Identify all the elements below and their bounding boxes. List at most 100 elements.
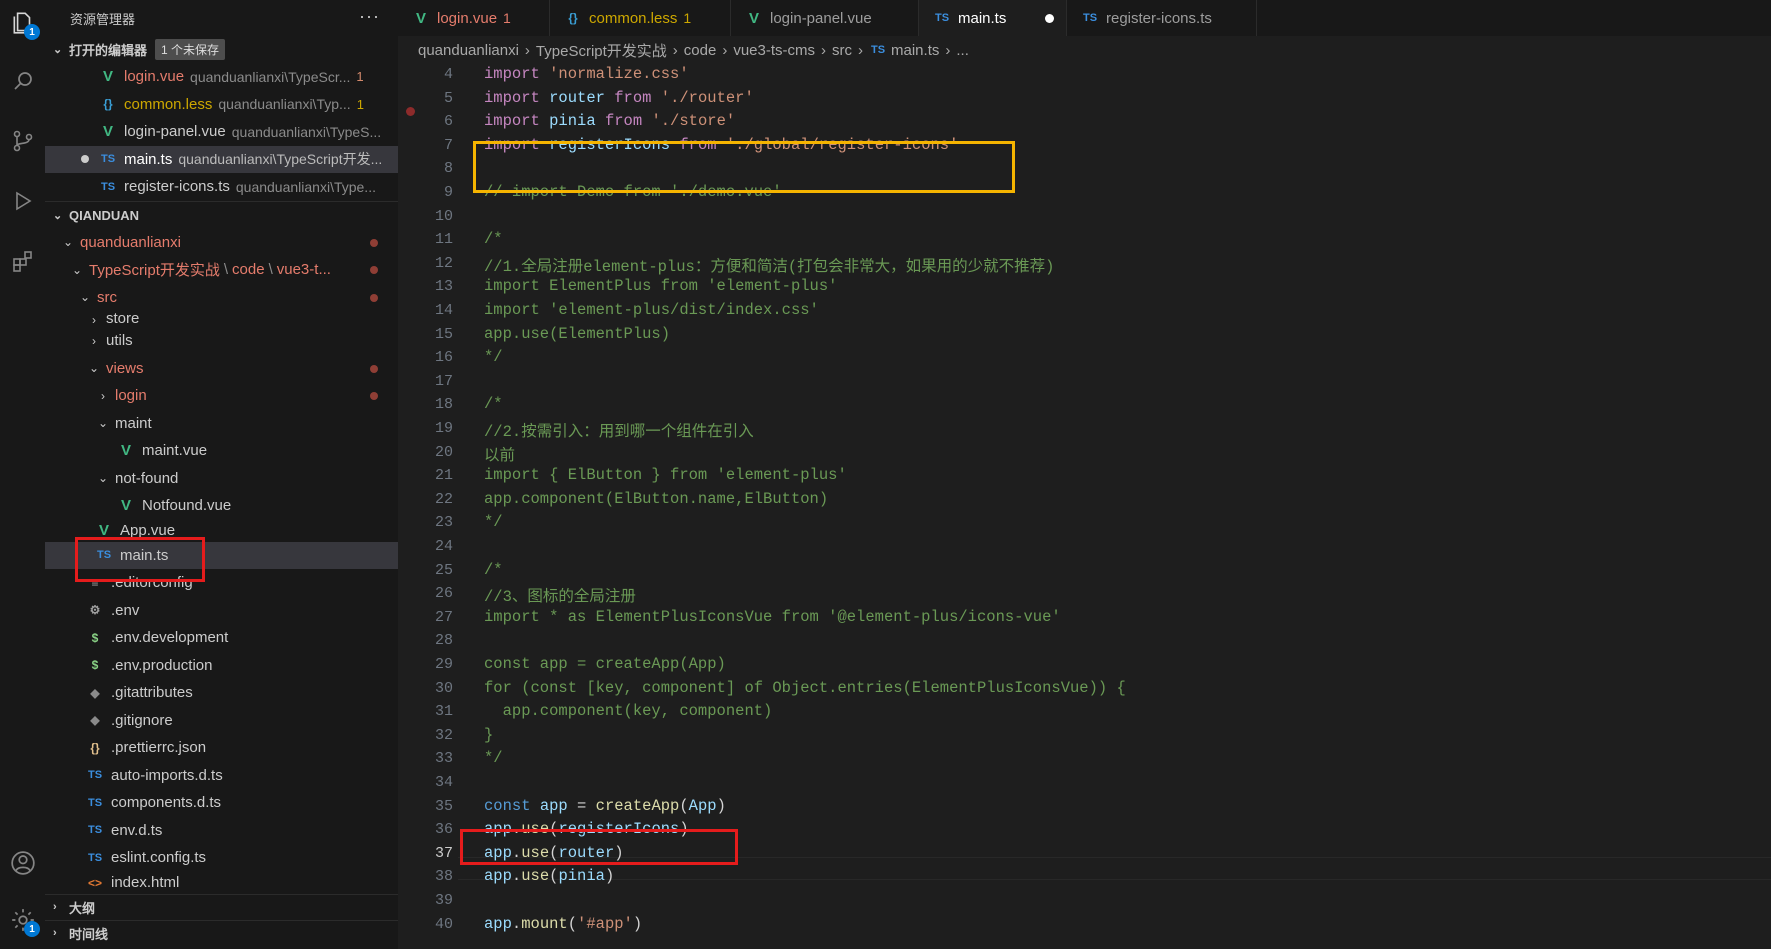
line-number: 32 xyxy=(434,726,453,744)
open-editor-item-common-less[interactable]: {} common.less quanduanlianxi\Typ... 1 xyxy=(45,91,398,119)
code-line[interactable]: import 'normalize.css' xyxy=(484,65,689,83)
open-editor-path: quanduanlianxi\Typ... xyxy=(218,96,351,113)
tree-folder-views[interactable]: ⌄ views xyxy=(45,355,398,383)
code-line[interactable]: for (const [key, component] of Object.en… xyxy=(484,679,1126,697)
vue-icon: V xyxy=(748,9,759,27)
tree-folder-store[interactable]: › store xyxy=(45,311,398,327)
code-line[interactable]: /* xyxy=(484,561,503,579)
run-debug-icon[interactable] xyxy=(0,178,45,223)
code-line[interactable]: } xyxy=(484,726,493,744)
open-editor-path: quanduanlianxi\TypeS... xyxy=(231,123,382,140)
tab-common-less[interactable]: {} common.less 1 xyxy=(550,0,731,36)
code-line[interactable]: /* xyxy=(484,395,503,413)
code-line[interactable]: const app = createApp(App) xyxy=(484,797,726,815)
tree-file-env[interactable]: ⚙ .env xyxy=(45,597,398,625)
tree-file-notfound-vue[interactable]: V Notfound.vue xyxy=(45,492,398,520)
open-editor-path: quanduanlianxi\Type... xyxy=(235,178,376,195)
code-line[interactable]: app.use(pinia) xyxy=(484,867,614,885)
breadcrumb-item[interactable]: src xyxy=(832,42,852,59)
tree-file-eslint-config[interactable]: TS eslint.config.ts xyxy=(45,844,398,872)
tree-file-maint-vue[interactable]: V maint.vue xyxy=(45,437,398,465)
workspace-section-header[interactable]: ⌄ QIANDUAN xyxy=(45,202,398,229)
code-line[interactable]: 以前 xyxy=(484,443,515,465)
tab-register-icons-ts[interactable]: TS register-icons.ts xyxy=(1067,0,1257,36)
code-line[interactable]: const app = createApp(App) xyxy=(484,655,726,673)
breadcrumb-item[interactable]: TypeScript开发实战 xyxy=(536,40,667,61)
tree-file-index-html[interactable]: <> index.html xyxy=(45,872,398,894)
line-number: 5 xyxy=(443,89,453,107)
dollar-icon: $ xyxy=(91,630,99,645)
code-editor[interactable]: 4 import 'normalize.css' 5 import router fr… xyxy=(398,64,1771,949)
tree-file-env-d-ts[interactable]: TS env.d.ts xyxy=(45,817,398,845)
open-editor-name: login.vue xyxy=(124,68,185,86)
code-line[interactable]: app.mount('#app') xyxy=(484,915,642,933)
code-line[interactable]: */ xyxy=(484,513,503,531)
activity-bar: 1 1 xyxy=(0,0,45,949)
tab-label: common.less xyxy=(589,9,678,27)
tree-folder-src[interactable]: ⌄ src xyxy=(45,284,398,312)
tree-folder-maint[interactable]: ⌄ maint xyxy=(45,410,398,438)
search-icon[interactable] xyxy=(0,58,45,103)
git-icon: ◆ xyxy=(90,713,100,728)
code-line[interactable]: import pinia from './store' xyxy=(484,112,735,130)
line-number: 8 xyxy=(443,160,453,178)
tree-folder-not-found[interactable]: ⌄ not-found xyxy=(45,465,398,493)
tree-label: env.d.ts xyxy=(111,821,163,839)
tab-main-ts[interactable]: TS main.ts xyxy=(919,0,1067,36)
tree-file-gitignore[interactable]: ◆ .gitignore xyxy=(45,707,398,735)
open-editor-item-login-vue[interactable]: V login.vue quanduanlianxi\TypeScr... 1 xyxy=(45,63,398,91)
extensions-icon[interactable] xyxy=(0,238,45,283)
tree-folder-utils[interactable]: › utils xyxy=(45,327,398,355)
tree-folder-typescript[interactable]: ⌄ TypeScript开发实战 \ code \ vue3-t... xyxy=(45,256,398,284)
line-number: 17 xyxy=(434,372,453,390)
tab-login-panel-vue[interactable]: V login-panel.vue xyxy=(731,0,919,36)
tree-file-prettierrc[interactable]: {} .prettierrc.json xyxy=(45,734,398,762)
code-line[interactable]: */ xyxy=(484,348,503,366)
code-line[interactable]: app.use(ElementPlus) xyxy=(484,325,670,343)
code-token: 以前 xyxy=(484,446,516,465)
breadcrumb-item[interactable]: main.ts xyxy=(891,42,939,59)
chevron-down-icon: ⌄ xyxy=(88,361,100,376)
annotation-box-import xyxy=(473,141,1015,193)
account-icon[interactable] xyxy=(0,840,45,885)
open-editor-item-register-icons-ts[interactable]: TS register-icons.ts quanduanlianxi\Type… xyxy=(45,173,398,201)
tree-file-auto-imports[interactable]: TS auto-imports.d.ts xyxy=(45,762,398,790)
code-line[interactable]: import router from './router' xyxy=(484,89,754,107)
tab-login-vue[interactable]: V login.vue 1 xyxy=(398,0,550,36)
tree-folder-quanduanlianxi[interactable]: ⌄ quanduanlianxi xyxy=(45,229,398,257)
breadcrumb-item[interactable]: ... xyxy=(956,42,969,59)
tree-file-env-production[interactable]: $ .env.production xyxy=(45,652,398,680)
breadcrumb-item[interactable]: quanduanlianxi xyxy=(418,42,519,59)
code-line[interactable]: //2.按需引入：用到哪一个组件在引入 xyxy=(484,419,754,441)
code-line[interactable]: //3、图标的全局注册 xyxy=(484,584,636,606)
code-line[interactable]: app.component(ElButton.name,ElButton) xyxy=(484,490,828,508)
outline-section-header[interactable]: › 大纲 xyxy=(45,895,398,920)
code-line[interactable]: app.component(key, component) xyxy=(484,702,773,720)
breadcrumb-item[interactable]: code xyxy=(684,42,717,59)
tree-file-components-d-ts[interactable]: TS components.d.ts xyxy=(45,789,398,817)
open-editor-item-main-ts[interactable]: TS main.ts quanduanlianxi\TypeScript开发..… xyxy=(45,145,398,173)
source-control-icon[interactable] xyxy=(0,118,45,163)
code-line[interactable]: import { ElButton } from 'element-plus' xyxy=(484,466,847,484)
explorer-icon[interactable]: 1 xyxy=(0,0,45,45)
chevron-right-icon: › xyxy=(945,41,951,59)
open-editors-section-header[interactable]: ⌄ 打开的编辑器 1 个未保存 xyxy=(45,36,398,63)
line-number: 6 xyxy=(443,113,453,131)
timeline-section-header[interactable]: › 时间线 xyxy=(45,921,398,946)
code-line[interactable]: */ xyxy=(484,749,503,767)
tree-folder-login[interactable]: › login xyxy=(45,382,398,410)
code-line[interactable]: import ElementPlus from 'element-plus' xyxy=(484,277,837,295)
more-actions-icon[interactable]: ··· xyxy=(359,6,380,27)
chevron-down-icon: ⌄ xyxy=(53,44,63,56)
tree-file-env-development[interactable]: $ .env.development xyxy=(45,624,398,652)
tree-file-gitattributes[interactable]: ◆ .gitattributes xyxy=(45,679,398,707)
breadcrumb-item[interactable]: vue3-ts-cms xyxy=(733,42,815,59)
code-line[interactable]: /* xyxy=(484,230,503,248)
code-line[interactable]: import 'element-plus/dist/index.css' xyxy=(484,301,819,319)
unsaved-dot-icon[interactable] xyxy=(1045,14,1054,23)
code-line[interactable]: import * as ElementPlusIconsVue from '@e… xyxy=(484,608,1061,626)
code-token: 'normalize.css' xyxy=(549,65,689,83)
code-line[interactable]: //1.全局注册element-plus：方便和简洁(打包会非常大，如果用的少就… xyxy=(484,254,1054,276)
open-editor-item-login-panel-vue[interactable]: V login-panel.vue quanduanlianxi\TypeS..… xyxy=(45,118,398,146)
settings-gear-icon[interactable]: 1 xyxy=(0,897,45,942)
